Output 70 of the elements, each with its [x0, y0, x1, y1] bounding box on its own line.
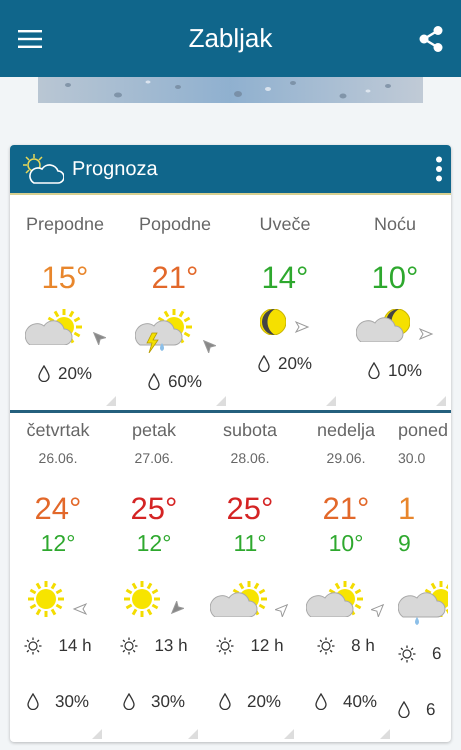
- raindrop-icon: [148, 373, 160, 390]
- high-temperature: 1: [398, 493, 416, 524]
- day-name: subota: [222, 419, 278, 442]
- corner-mark: [436, 396, 446, 406]
- corner-mark: [106, 396, 116, 406]
- raindrop-icon: [314, 692, 327, 710]
- sun-icon: [24, 636, 42, 655]
- period-label: Noću: [374, 213, 416, 236]
- corner-mark: [284, 729, 294, 739]
- corner-mark: [188, 729, 198, 739]
- sun-icon: [398, 644, 416, 663]
- raindrop-icon: [398, 700, 410, 718]
- weather-icon: [20, 152, 64, 186]
- low-temperature: 12°: [136, 532, 172, 555]
- raindrop-icon: [122, 692, 135, 710]
- high-temperature: 21°: [322, 493, 370, 524]
- menu-icon[interactable]: [18, 30, 42, 48]
- corner-mark: [380, 729, 390, 739]
- rain-chance: 30%: [54, 690, 90, 712]
- raindrop-icon: [258, 355, 270, 372]
- share-icon[interactable]: [418, 26, 443, 52]
- period-label: Prepodne: [26, 213, 104, 236]
- corner-mark: [326, 396, 336, 406]
- corner-mark: [216, 396, 226, 406]
- low-temperature: 12°: [40, 532, 76, 555]
- high-temperature: 25°: [226, 493, 274, 524]
- temperature: 21°: [152, 262, 198, 293]
- sun-icon: [120, 636, 138, 655]
- day-name: četvrtak: [26, 419, 90, 442]
- card-title: Prognoza: [72, 157, 158, 182]
- rain-chance: 20%: [278, 353, 312, 375]
- sun-icon: [216, 636, 234, 655]
- raindrop-icon: [218, 692, 231, 710]
- sunshine-hours: 8 h: [351, 635, 375, 657]
- low-temperature: 9: [398, 532, 411, 555]
- rain-chance: 20%: [246, 690, 282, 712]
- sunshine-hours: 12 h: [250, 635, 284, 657]
- corner-mark: [92, 729, 102, 739]
- day-date: 30.0: [398, 449, 426, 468]
- sunshine-hours: 14 h: [58, 635, 92, 657]
- day-name: petak: [132, 419, 176, 442]
- period-label: Popodne: [138, 213, 212, 236]
- more-icon[interactable]: [435, 156, 443, 182]
- day-name: nedelja: [316, 419, 376, 442]
- high-temperature: 24°: [34, 493, 82, 524]
- sunshine-hours: 13 h: [154, 635, 188, 657]
- day-date: 29.06.: [326, 449, 366, 468]
- day-date: 26.06.: [38, 449, 78, 468]
- sunshine-hours: 6: [432, 643, 442, 665]
- rain-chance: 6: [426, 698, 436, 720]
- high-temperature: 25°: [130, 493, 178, 524]
- day-date: 27.06.: [134, 449, 174, 468]
- app-title: Zabljak: [188, 22, 272, 55]
- raindrop-icon: [368, 362, 380, 380]
- low-temperature: 11°: [233, 532, 267, 555]
- rain-chance: 60%: [168, 371, 202, 393]
- sun-icon: [317, 636, 336, 655]
- rain-chance: 40%: [342, 690, 378, 712]
- temperature: 14°: [262, 262, 308, 293]
- low-temperature: 10°: [328, 532, 364, 555]
- day-name: poned: [398, 419, 448, 442]
- day-date: 28.06.: [230, 449, 270, 468]
- rain-chance: 30%: [150, 690, 186, 712]
- temperature: 10°: [372, 262, 418, 293]
- raindrop-icon: [38, 365, 50, 382]
- period-label: Uveče: [259, 213, 311, 236]
- temperature: 15°: [42, 262, 88, 293]
- rain-chance: 10%: [388, 360, 422, 382]
- rain-chance: 20%: [58, 363, 92, 385]
- raindrop-icon: [26, 692, 39, 710]
